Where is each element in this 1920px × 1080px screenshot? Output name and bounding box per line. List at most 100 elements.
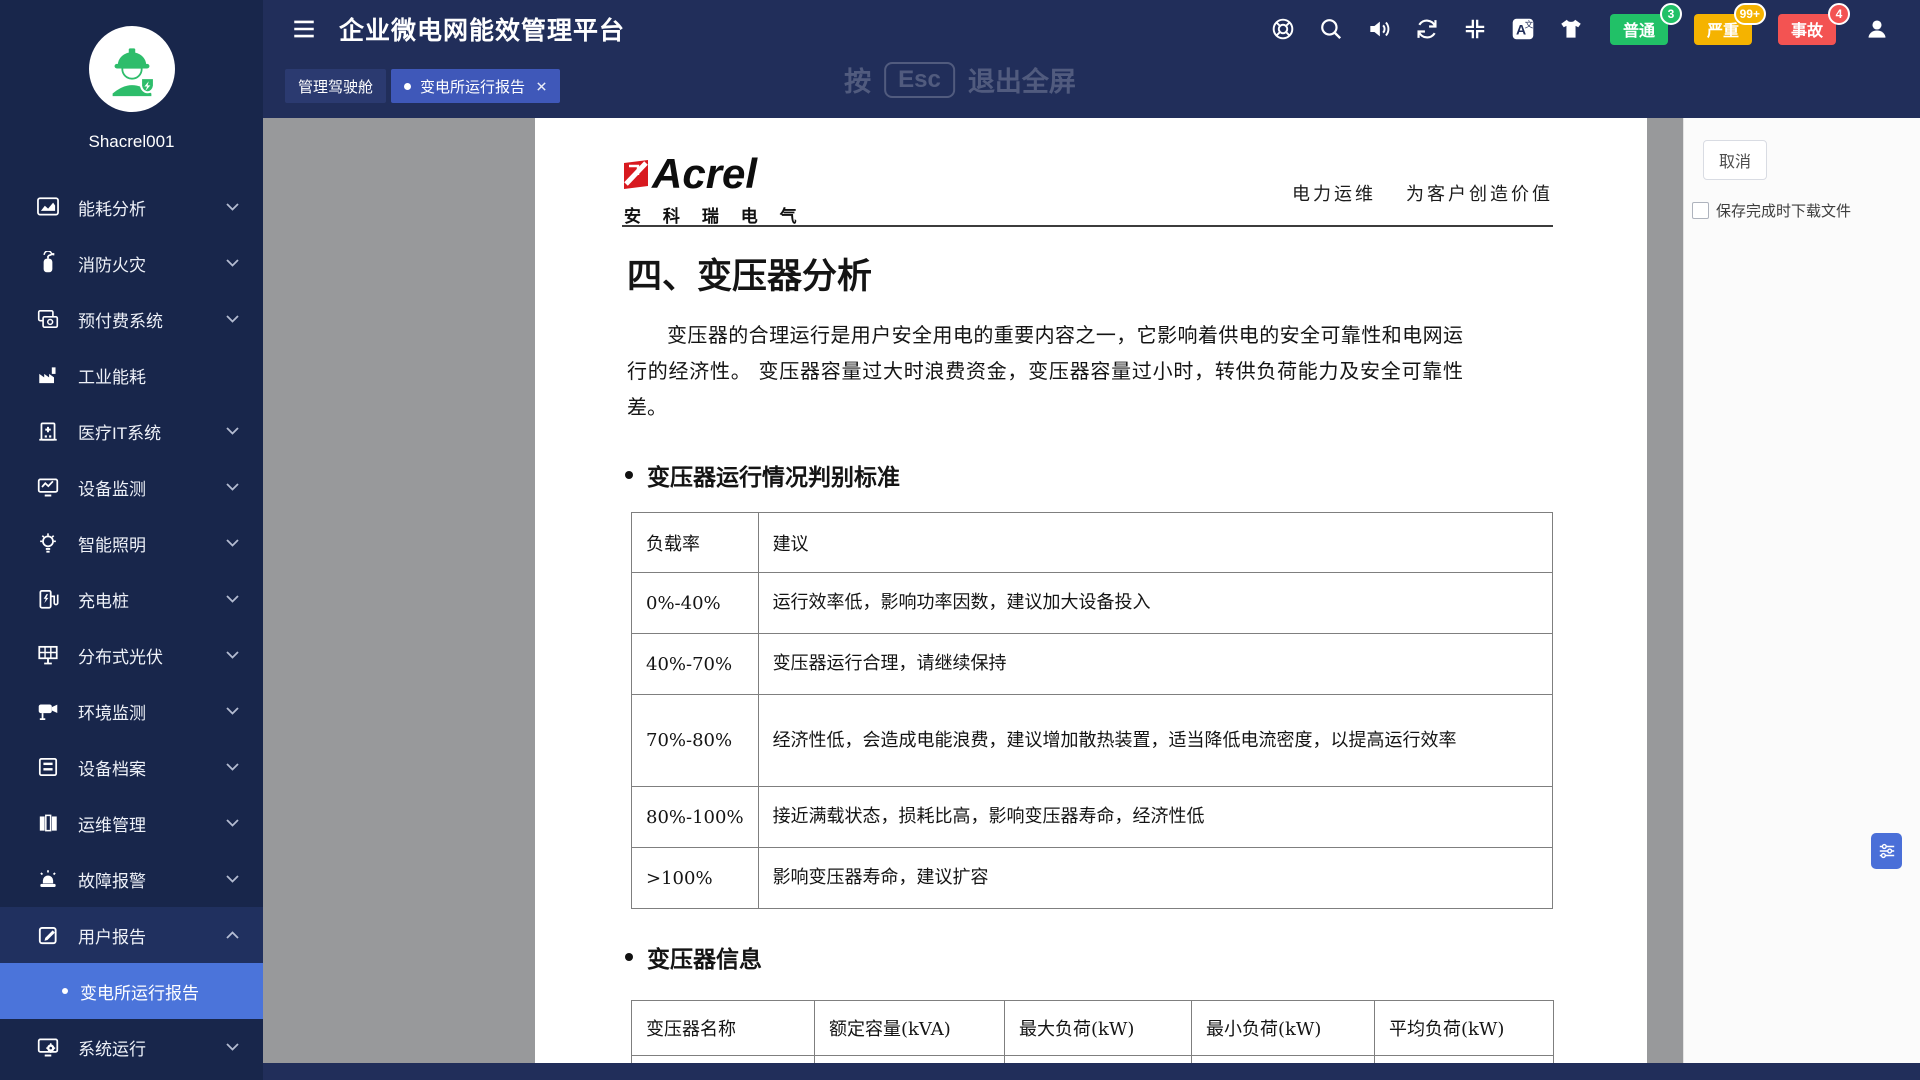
sidebar-item-smart-lighting[interactable]: 智能照明 bbox=[0, 515, 263, 571]
alert-severe-count-badge: 99+ bbox=[1734, 3, 1766, 25]
smart-lighting-icon bbox=[36, 531, 60, 555]
col-header-load-rate: 负载率 bbox=[632, 513, 759, 573]
alert-normal-count-badge: 3 bbox=[1660, 3, 1682, 25]
prepaid-system-icon bbox=[36, 307, 60, 331]
bottom-bar bbox=[263, 1063, 1920, 1080]
brand-subtitle: 安 科 瑞 电 气 bbox=[624, 202, 805, 227]
sidebar-item-solar-pv[interactable]: 分布式光伏 bbox=[0, 627, 263, 683]
theme-icon[interactable] bbox=[1558, 16, 1584, 42]
download-checkbox[interactable] bbox=[1692, 202, 1709, 219]
sidebar-item-label: 运维管理 bbox=[78, 811, 146, 836]
solar-pv-icon bbox=[36, 643, 60, 667]
sidebar-item-prepaid-system[interactable]: 预付费系统 bbox=[0, 291, 263, 347]
industry-energy-icon bbox=[36, 363, 60, 387]
sidebar-subitem-label: 变电所运行报告 bbox=[80, 979, 199, 1004]
tab-active-dot-icon bbox=[404, 83, 411, 90]
device-monitor-icon bbox=[36, 475, 60, 499]
alert-accident-label: 事故 bbox=[1791, 17, 1823, 41]
sidebar-item-label: 故障报警 bbox=[78, 867, 146, 892]
sidebar-item-device-monitor[interactable]: 设备监测 bbox=[0, 459, 263, 515]
sidebar-menu: 能耗分析 消防火灾 预付费系统 工业能耗 医疗IT系统 bbox=[0, 179, 263, 1075]
alert-normal-label: 普通 bbox=[1623, 17, 1655, 41]
tab-close-icon[interactable] bbox=[536, 81, 547, 92]
table-row: 70%-80% 经济性低，会造成电能浪费，建议增加散热装置，适当降低电流密度，以… bbox=[632, 695, 1553, 787]
menu-icon[interactable] bbox=[291, 16, 317, 42]
svg-text:文: 文 bbox=[1525, 18, 1534, 29]
sidebar-item-label: 医疗IT系统 bbox=[78, 419, 161, 444]
header-rule bbox=[622, 225, 1553, 227]
export-panel: 取消 保存完成时下载文件 bbox=[1683, 118, 1920, 1063]
judge-section-title: 变压器运行情况判别标准 bbox=[625, 458, 900, 492]
report-section-title: 四、变压器分析 bbox=[627, 248, 872, 299]
tab-substation-report[interactable]: 变电所运行报告 bbox=[391, 69, 560, 103]
topbar: 企业微电网能效管理平台 A文 普通 3 严重 99+ 事故 4 bbox=[263, 0, 1920, 118]
sidebar-item-system-run[interactable]: 系统运行 bbox=[0, 1019, 263, 1075]
chevron-down-icon bbox=[226, 427, 239, 435]
sidebar-item-ev-charger[interactable]: 充电桩 bbox=[0, 571, 263, 627]
system-run-icon bbox=[36, 1035, 60, 1059]
table-row: 80%-100% 接近满载状态，损耗比高，影响变压器寿命，经济性低 bbox=[632, 787, 1553, 848]
alert-severe-button[interactable]: 严重 99+ bbox=[1694, 14, 1752, 45]
sidebar-item-label: 能耗分析 bbox=[78, 195, 146, 220]
download-option-row: 保存完成时下载文件 bbox=[1692, 200, 1851, 221]
alert-normal-button[interactable]: 普通 3 bbox=[1610, 14, 1668, 45]
cancel-button[interactable]: 取消 bbox=[1703, 140, 1767, 180]
user-report-icon bbox=[36, 923, 60, 947]
sidebar-item-user-report[interactable]: 用户报告 bbox=[0, 907, 263, 963]
fullscreen-hint-suffix: 退出全屏 bbox=[968, 60, 1076, 99]
environment-monitor-icon bbox=[36, 699, 60, 723]
translate-icon[interactable]: A文 bbox=[1510, 16, 1536, 42]
chevron-down-icon bbox=[226, 651, 239, 659]
sidebar-item-fire-safety[interactable]: 消防火灾 bbox=[0, 235, 263, 291]
brand-name: Acrel bbox=[652, 150, 757, 198]
sidebar-item-medical-it[interactable]: 医疗IT系统 bbox=[0, 403, 263, 459]
table-row: 40%-70% 变压器运行合理，请继续保持 bbox=[632, 634, 1553, 695]
sidebar-subitem-substation-report[interactable]: 变电所运行报告 bbox=[0, 963, 263, 1019]
table-header-row: 负载率 建议 bbox=[632, 513, 1553, 573]
device-archive-icon bbox=[36, 755, 60, 779]
chevron-down-icon bbox=[226, 315, 239, 323]
company-slogan: 电力运维 为客户创造价值 bbox=[1292, 180, 1553, 206]
report-settings-button[interactable] bbox=[1871, 833, 1902, 869]
ev-charger-icon bbox=[36, 587, 60, 611]
load-rate-table: 负载率 建议 0%-40% 运行效率低，影响功率因数，建议加大设备投入 40%-… bbox=[631, 512, 1553, 909]
table-row bbox=[632, 1056, 1554, 1064]
fault-alarm-icon bbox=[36, 867, 60, 891]
exit-fullscreen-icon[interactable] bbox=[1462, 16, 1488, 42]
help-icon[interactable] bbox=[1270, 16, 1296, 42]
report-page: Acrel 安 科 瑞 电 气 电力运维 为客户创造价值 四、变压器分析 变压器… bbox=[535, 118, 1647, 1063]
sidebar-item-label: 充电桩 bbox=[78, 587, 129, 612]
slogan-right: 为客户创造价值 bbox=[1406, 180, 1553, 206]
sidebar-item-device-archive[interactable]: 设备档案 bbox=[0, 739, 263, 795]
sidebar-item-industry-energy[interactable]: 工业能耗 bbox=[0, 347, 263, 403]
fullscreen-hint-prefix: 按 bbox=[844, 60, 871, 99]
search-icon[interactable] bbox=[1318, 16, 1344, 42]
tab-label: 管理驾驶舱 bbox=[298, 76, 373, 97]
engineer-avatar-icon bbox=[101, 38, 163, 100]
chevron-down-icon bbox=[226, 203, 239, 211]
sidebar-item-label: 系统运行 bbox=[78, 1035, 146, 1060]
sidebar-item-label: 工业能耗 bbox=[78, 363, 146, 388]
chevron-up-icon bbox=[226, 931, 239, 939]
sidebar-item-ops-management[interactable]: 运维管理 bbox=[0, 795, 263, 851]
sidebar-item-energy-analysis[interactable]: 能耗分析 bbox=[0, 179, 263, 235]
user-icon[interactable] bbox=[1864, 16, 1890, 42]
chevron-down-icon bbox=[226, 1043, 239, 1051]
energy-analysis-icon bbox=[36, 195, 60, 219]
alert-accident-button[interactable]: 事故 4 bbox=[1778, 14, 1836, 45]
sidebar-item-environment-monitor[interactable]: 环境监测 bbox=[0, 683, 263, 739]
chevron-down-icon bbox=[226, 483, 239, 491]
tab-bar: 管理驾驶舱 变电所运行报告 bbox=[263, 69, 1920, 103]
sidebar: Shacrel001 能耗分析 消防火灾 预付费系统 工业能耗 bbox=[0, 0, 263, 1080]
bullet-icon bbox=[62, 988, 68, 994]
sidebar-item-fault-alarm[interactable]: 故障报警 bbox=[0, 851, 263, 907]
col-header-suggestion: 建议 bbox=[758, 513, 1552, 573]
medical-it-icon bbox=[36, 419, 60, 443]
table-header-row: 变压器名称 额定容量(kVA) 最大负荷(kW) 最小负荷(kW) 平均负荷(k… bbox=[632, 1001, 1554, 1056]
tab-dashboard[interactable]: 管理驾驶舱 bbox=[285, 69, 386, 103]
sidebar-item-label: 设备监测 bbox=[78, 475, 146, 500]
download-checkbox-label: 保存完成时下载文件 bbox=[1716, 200, 1851, 221]
sound-icon[interactable] bbox=[1366, 16, 1392, 42]
bullet-icon bbox=[625, 953, 633, 961]
refresh-icon[interactable] bbox=[1414, 16, 1440, 42]
